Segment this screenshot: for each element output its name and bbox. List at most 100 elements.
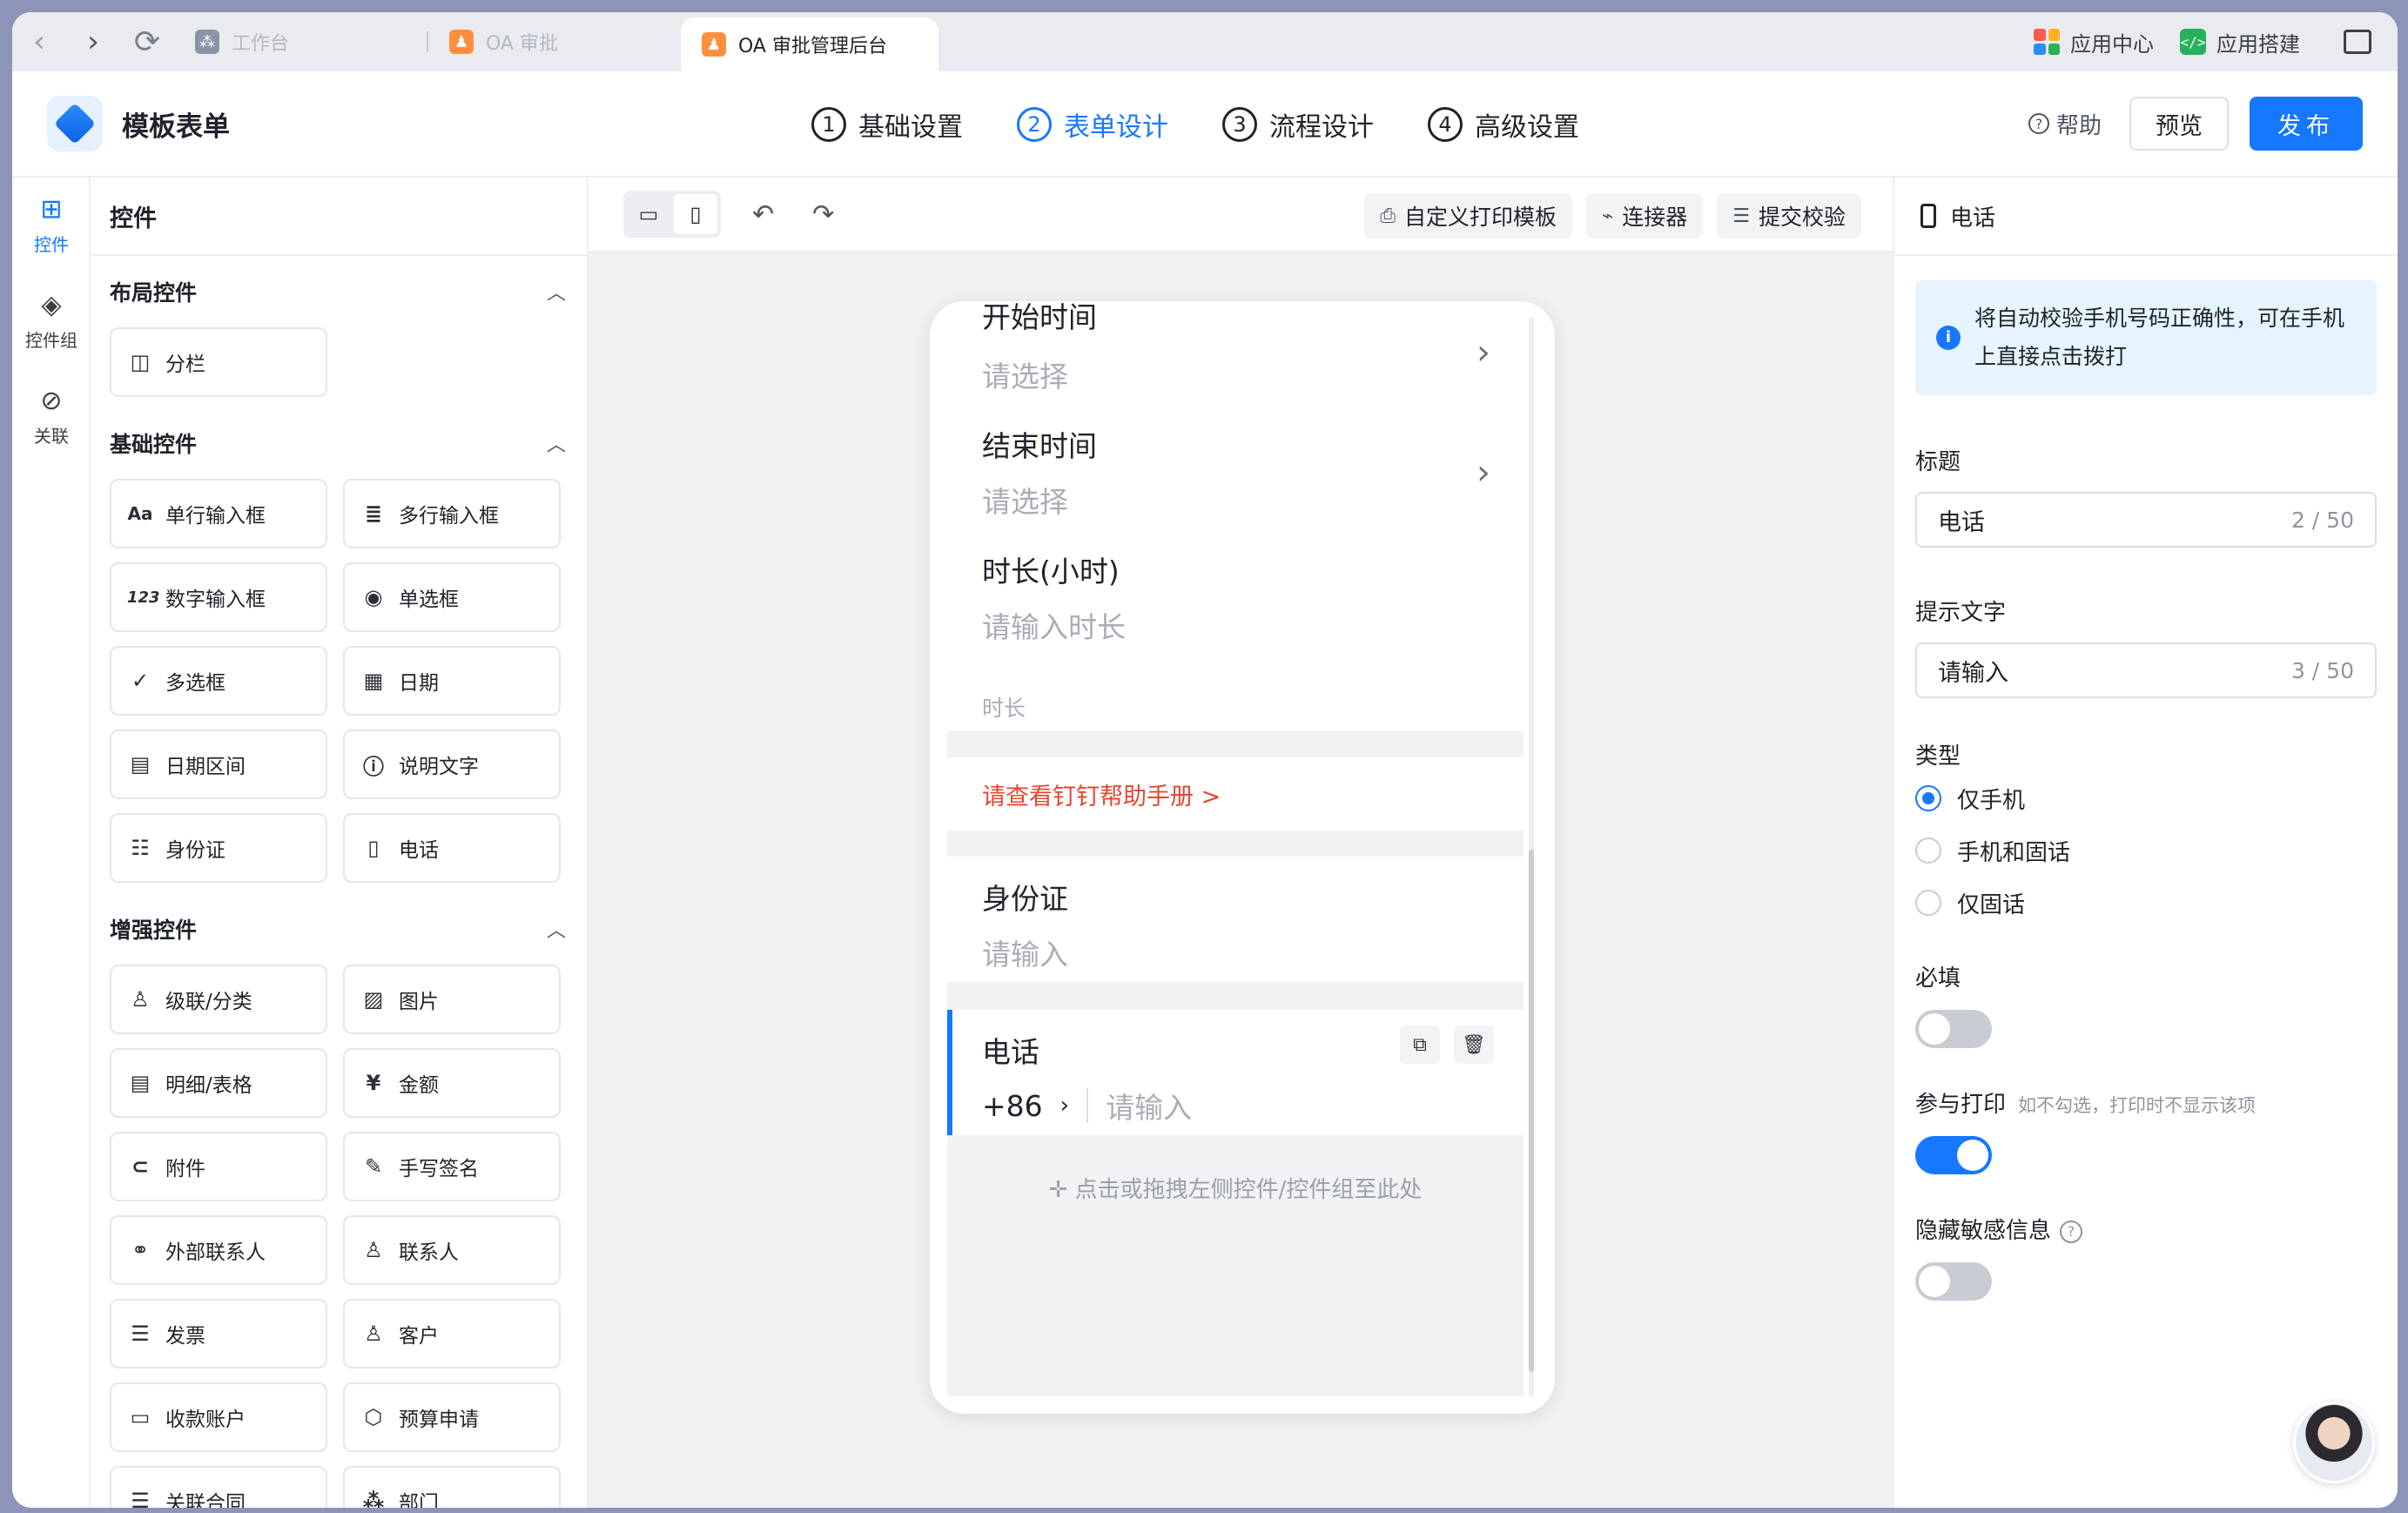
form-field-duration[interactable]: 时长(小时) 请输入时长 时长 [947,529,1523,731]
trash-icon[interactable]: 🗑 [1454,1025,1494,1064]
section-layout-controls[interactable]: 布局控件 ︿ [91,256,587,327]
publish-button[interactable]: 发布 [2250,97,2363,151]
control-radio[interactable]: ◉ 单选框 [343,562,561,632]
rail-item-links[interactable]: ⊘ 关联 [12,369,91,465]
form-field-phone[interactable]: 电话 +86 › 请输入 ⧉ 🗑 [947,1010,1523,1135]
hint-input[interactable]: 请输入 3 / 50 [1915,642,2377,698]
phone-placeholder: 请输入 [1106,1091,1193,1125]
control-external-contact[interactable]: ⚭ 外部联系人 [110,1215,327,1285]
reload-icon[interactable]: ⟳ [120,12,174,71]
control-date[interactable]: ▦ 日期 [343,646,561,716]
mobile-icon[interactable]: ▯ [674,194,717,234]
design-canvas: ▭ ▯ ↶ ↷ ⎙ 自定义打印模板 ⌁ 连接器 ☰ 提交校验 开始时间 请选择 › 结… [589,178,1893,1508]
control-invoice[interactable]: ☰ 发票 [110,1299,327,1368]
browser-tabbar: ‹ › ⟳ ⁂ 工作台 ♟ OA 审批 ♟ OA 审批管理后台 应用中心 </>… [12,12,2398,71]
required-toggle[interactable] [1915,1010,1992,1048]
type-option-mobile-landline[interactable]: 手机和固话 [1915,835,2398,866]
copy-icon[interactable]: ⧉ [1400,1025,1440,1064]
app-header: 模板表单 1 基础设置 2 表单设计 3 流程设计 4 高级设置 ? 帮助 预览… [12,71,2398,178]
print-label: 参与打印 如不勾选，打印时不显示该项 [1915,1092,2257,1118]
control-description-text[interactable]: ⓘ 说明文字 [343,730,561,799]
workbench-icon: ⁂ [195,30,219,54]
control-related-contract[interactable]: ☰ 关联合同 [110,1466,327,1508]
control-detail-table[interactable]: ▤ 明细/表格 [110,1048,327,1118]
forward-icon[interactable]: › [66,12,120,71]
radio-unchecked[interactable] [1915,837,1941,864]
invoice-icon: ☰ [131,1321,150,1346]
control-attachment[interactable]: ⊂ 附件 [110,1132,327,1201]
control-customer[interactable]: ♙ 客户 [343,1299,561,1368]
section-basic-controls[interactable]: 基础控件 ︿ [91,407,587,479]
control-signature[interactable]: ✎ 手写签名 [343,1132,561,1201]
help-manual-link[interactable]: 请查看钉钉帮助手册 > [947,757,1523,830]
control-multi-line-input[interactable]: ≣ 多行输入框 [343,479,561,548]
chevron-up-icon: ︿ [546,283,566,305]
rail-item-control-groups[interactable]: ◈ 控件组 [12,273,91,369]
radio-checked[interactable] [1915,785,1941,811]
app-window: ‹ › ⟳ ⁂ 工作台 ♟ OA 审批 ♟ OA 审批管理后台 应用中心 </>… [12,12,2398,1508]
control-payee-account[interactable]: ▭ 收款账户 [110,1382,327,1452]
rail-item-controls[interactable]: ⊞ 控件 [12,178,91,273]
radio-unchecked[interactable] [1915,890,1941,916]
control-phone[interactable]: ▯ 电话 [343,813,561,883]
control-id-card[interactable]: ☷ 身份证 [110,813,327,883]
help-link[interactable]: ? 帮助 [2028,108,2102,140]
undo-icon[interactable]: ↶ [752,199,774,230]
yen-icon: ¥ [366,1071,381,1095]
title-input[interactable]: 电话 2 / 50 [1915,492,2377,548]
browser-tab-oa[interactable]: ♟ OA 审批 [428,12,681,71]
section-enhanced-controls[interactable]: 增强控件 ︿ [91,893,587,965]
control-single-line-input[interactable]: Aa 单行输入框 [110,479,327,548]
back-icon[interactable]: ‹ [12,12,66,71]
control-department[interactable]: ⁂ 部门 [343,1466,561,1508]
control-cascade[interactable]: ♙ 级联/分类 [110,965,327,1034]
control-contact[interactable]: ♙ 联系人 [343,1215,561,1285]
control-budget-request[interactable]: ⬡ 预算申请 [343,1382,561,1452]
scrollbar-thumb[interactable] [1529,850,1534,1372]
control-number-input[interactable]: 123 数字输入框 [110,562,327,632]
question-icon[interactable]: ? [2060,1220,2083,1243]
type-option-mobile[interactable]: 仅手机 [1915,783,2398,814]
print-toggle[interactable] [1915,1136,1992,1174]
char-count: 3 / 50 [2290,657,2354,683]
properties-panel: 电话 i 将自动校验手机号码正确性，可在手机上直接点击拨打 标题 电话 2 / … [1893,178,2398,1508]
step-form-design[interactable]: 2 表单设计 [1017,105,1168,144]
desktop-icon[interactable]: ▭ [627,194,670,234]
grid-icon: ⊞ [40,193,63,225]
control-amount[interactable]: ¥ 金额 [343,1048,561,1118]
app-center-link[interactable]: 应用中心 [2034,27,2154,57]
form-field-end-time[interactable]: 结束时间 请选择 › [947,404,1523,529]
link-icon: ⊘ [40,385,63,416]
text-aa-icon: Aa [127,503,153,524]
sensitive-toggle[interactable] [1915,1262,1992,1301]
connector-button[interactable]: ⌁ 连接器 [1585,193,1704,239]
form-field-start-time[interactable]: 开始时间 请选择 › [947,301,1523,404]
pen-icon: ✎ [364,1154,383,1179]
assistant-avatar[interactable] [2293,1402,2375,1483]
browser-tab-oa-admin[interactable]: ♟ OA 审批管理后台 [681,17,938,71]
control-columns[interactable]: ◫ 分栏 [110,327,327,397]
app-build-link[interactable]: </> 应用搭建 [2180,27,2300,57]
submit-validation-button[interactable]: ☰ 提交校验 [1717,193,1861,239]
form-field-id-card[interactable]: 身份证 请输入 [947,857,1523,982]
browser-tab-workbench[interactable]: ⁂ 工作台 [174,12,427,71]
preview-button[interactable]: 预览 [2129,97,2229,151]
type-option-landline[interactable]: 仅固话 [1915,887,2398,918]
step-advanced-settings[interactable]: 4 高级设置 [1428,105,1579,144]
country-code[interactable]: +86 [982,1089,1043,1123]
step-flow-design[interactable]: 3 流程设计 [1222,105,1374,144]
control-checkbox[interactable]: ✓ 多选框 [110,646,327,716]
list-check-icon: ☰ [1732,205,1750,227]
step-number: 1 [811,107,846,142]
multiline-icon: ≣ [364,501,383,526]
print-template-button[interactable]: ⎙ 自定义打印模板 [1364,193,1572,239]
open-external-icon[interactable] [2344,30,2371,54]
redo-icon[interactable]: ↷ [812,199,834,230]
tabbar-right: 应用中心 </> 应用搭建 [2034,27,2398,57]
step-basic-settings[interactable]: 1 基础设置 [811,105,963,144]
handshake-icon: ⚭ [131,1238,150,1262]
drop-zone-hint[interactable]: ✛ 点击或拖拽左侧控件/控件组至此处 [947,1172,1523,1204]
form-preview: 开始时间 请选择 › 结束时间 请选择 › 时长(小时) 请输入时长 时长 请查… [947,301,1523,1396]
control-image[interactable]: ▨ 图片 [343,965,561,1034]
control-date-range[interactable]: ▤ 日期区间 [110,730,327,799]
